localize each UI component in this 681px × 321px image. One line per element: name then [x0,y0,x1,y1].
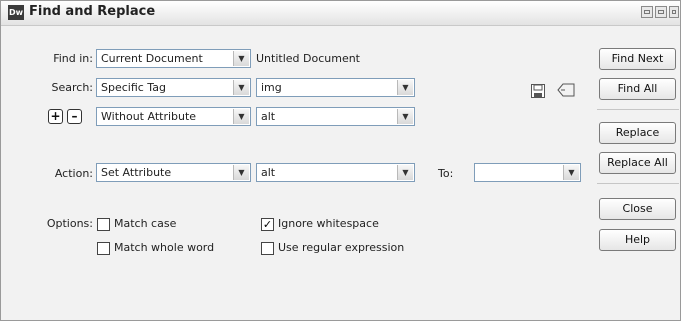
chevron-down-icon: ▼ [563,165,579,180]
match-whole-word-label: Match whole word [114,241,215,254]
match-whole-word-checkbox[interactable] [97,242,110,255]
maximize-icon[interactable] [655,6,667,18]
minimize-icon[interactable] [641,6,653,18]
action-attribute-value: alt [261,166,276,179]
ignore-whitespace-checkbox[interactable]: ✓ [261,218,274,231]
search-tag-select[interactable]: img ▼ [256,78,415,97]
match-case-checkbox[interactable] [97,218,110,231]
action-attribute-select[interactable]: alt ▼ [256,163,415,182]
search-label: Search: [51,81,94,94]
use-regex-checkbox[interactable] [261,242,274,255]
action-label: Action: [54,167,93,180]
find-replace-dialog: Dw Find and Replace Find in: Current Doc… [0,0,681,321]
search-type-select[interactable]: Specific Tag ▼ [96,78,251,97]
condition-attribute-value: alt [261,110,276,123]
chevron-down-icon: ▼ [397,109,413,124]
add-condition-button[interactable]: + [48,109,63,124]
find-in-value: Current Document [101,52,203,65]
find-in-target: Untitled Document [256,52,360,65]
condition-value: Without Attribute [101,110,197,123]
search-type-value: Specific Tag [101,81,166,94]
chevron-down-icon: ▼ [233,51,249,66]
search-tag-value: img [261,81,282,94]
remove-condition-button[interactable]: – [67,109,82,124]
close-button[interactable]: Close [599,198,676,220]
find-all-button[interactable]: Find All [599,78,676,100]
replace-all-button[interactable]: Replace All [599,152,676,174]
condition-select[interactable]: Without Attribute ▼ [96,107,251,126]
find-in-label: Find in: [53,52,93,65]
chevron-down-icon: ▼ [233,109,249,124]
action-value: Set Attribute [101,166,172,179]
button-separator [597,183,679,184]
button-separator [597,109,679,110]
action-select[interactable]: Set Attribute ▼ [96,163,251,182]
condition-attribute-select[interactable]: alt ▼ [256,107,415,126]
ignore-whitespace-label: Ignore whitespace [278,217,379,230]
find-in-select[interactable]: Current Document ▼ [96,49,251,68]
to-label: To: [438,167,454,180]
options-label: Options: [46,217,93,230]
help-button[interactable]: Help [599,229,676,251]
chevron-down-icon: ▼ [233,165,249,180]
dreamweaver-logo-icon: Dw [8,5,24,20]
chevron-down-icon: ▼ [397,165,413,180]
load-query-icon[interactable] [557,82,575,98]
title-bar: Dw Find and Replace [1,1,680,26]
save-query-icon[interactable] [531,84,545,98]
to-value-select[interactable]: ▼ [474,163,581,182]
find-next-button[interactable]: Find Next [599,48,676,70]
dialog-title: Find and Replace [29,4,156,19]
chevron-down-icon: ▼ [233,80,249,95]
close-window-icon[interactable] [669,6,679,18]
use-regex-label: Use regular expression [278,241,405,254]
match-case-label: Match case [114,217,177,230]
chevron-down-icon: ▼ [397,80,413,95]
replace-button[interactable]: Replace [599,122,676,144]
